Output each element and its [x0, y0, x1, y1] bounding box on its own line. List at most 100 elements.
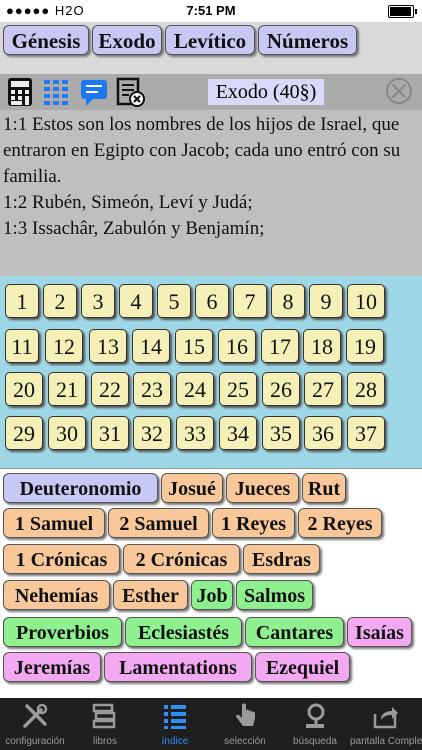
tab-libros[interactable]: libros — [70, 698, 140, 750]
book-deuteronomio[interactable]: Deuteronomio — [3, 473, 158, 503]
chapter-button[interactable]: 2 — [43, 284, 77, 318]
comment-icon[interactable] — [78, 76, 110, 108]
tab-label: pantalla Completa — [350, 736, 422, 747]
chapter-button[interactable]: 27 — [304, 372, 342, 406]
tab-label: configuración — [5, 736, 65, 747]
chapter-button[interactable]: 15 — [175, 329, 213, 363]
book-esther[interactable]: Esther — [113, 580, 188, 610]
close-icon[interactable] — [386, 78, 412, 104]
chapter-button[interactable]: 29 — [5, 416, 43, 450]
book-levitico[interactable]: Levítico — [165, 25, 255, 55]
tab-indice[interactable]: índice — [140, 698, 210, 750]
grid-icon[interactable] — [40, 76, 72, 108]
book-2-reyes[interactable]: 2 Reyes — [298, 508, 382, 538]
chapter-button[interactable]: 21 — [48, 372, 86, 406]
chapter-button[interactable]: 12 — [45, 329, 83, 363]
top-book-bar: Génesis Exodo Levítico Números — [0, 22, 422, 74]
tab-busqueda[interactable]: búsqueda — [280, 698, 350, 750]
book-ezequiel[interactable]: Ezequiel — [255, 652, 350, 682]
chapter-button[interactable]: 33 — [176, 416, 214, 450]
book-josue[interactable]: Josué — [161, 473, 223, 503]
book-index: Deuteronomio Josué Jueces Rut 1 Samuel 2… — [0, 468, 422, 699]
share-icon — [373, 707, 398, 729]
clock: 7:51 PM — [186, 3, 236, 18]
book-1-reyes[interactable]: 1 Reyes — [212, 508, 295, 538]
chapter-button[interactable]: 9 — [309, 284, 343, 318]
tab-bar: configuración libros índice selección bú… — [0, 698, 422, 750]
book-2-cronicas[interactable]: 2 Crónicas — [123, 544, 240, 574]
verse-text: 1:1 Estos son los nombres de los hijos d… — [3, 112, 416, 242]
tab-label: libros — [93, 736, 117, 747]
book-1-samuel[interactable]: 1 Samuel — [3, 508, 105, 538]
book-2-samuel[interactable]: 2 Samuel — [108, 508, 209, 538]
chapter-button[interactable]: 5 — [157, 284, 191, 318]
calculator-icon[interactable] — [4, 76, 36, 108]
book-esdras[interactable]: Esdras — [243, 544, 320, 574]
chapter-button[interactable]: 30 — [48, 416, 86, 450]
chapter-button[interactable]: 3 — [81, 284, 115, 318]
book-rut[interactable]: Rut — [302, 473, 346, 503]
chapter-button[interactable]: 18 — [303, 329, 341, 363]
book-lamentations[interactable]: Lamentations — [104, 652, 252, 682]
chapter-button[interactable]: 19 — [346, 329, 384, 363]
tools-icon — [23, 703, 48, 728]
chapter-button[interactable]: 25 — [219, 372, 257, 406]
list-icon — [164, 705, 186, 729]
chapter-button[interactable]: 26 — [262, 372, 300, 406]
chapter-button[interactable]: 11 — [5, 329, 39, 363]
verse: 1:1 Estos son los nombres de los hijos d… — [3, 114, 401, 187]
book-eclesiastes[interactable]: Eclesiastés — [125, 617, 242, 647]
chapter-button[interactable]: 4 — [119, 284, 153, 318]
status-bar: ●●●●● H2O 7:51 PM — [0, 0, 422, 22]
tab-pantalla-completa[interactable]: pantalla Completa — [350, 698, 422, 750]
chapter-button[interactable]: 17 — [261, 329, 299, 363]
books-icon — [92, 703, 116, 729]
book-jeremias[interactable]: Jeremías — [3, 652, 101, 682]
book-1-cronicas[interactable]: 1 Crónicas — [3, 544, 120, 574]
delete-list-icon[interactable] — [114, 76, 146, 108]
book-nehemias[interactable]: Nehemías — [3, 580, 110, 610]
chapter-button[interactable]: 14 — [132, 329, 170, 363]
book-genesis[interactable]: Génesis — [3, 25, 89, 55]
chapter-button[interactable]: 28 — [347, 372, 385, 406]
chapter-button[interactable]: 10 — [347, 284, 385, 318]
chapter-button[interactable]: 22 — [91, 372, 129, 406]
chapter-grid: 1 2 3 4 5 6 7 8 9 10 11 12 13 14 15 16 1… — [0, 276, 422, 468]
chapter-button[interactable]: 24 — [176, 372, 214, 406]
tab-label: búsqueda — [293, 736, 337, 747]
chapter-button[interactable]: 20 — [5, 372, 43, 406]
chapter-button[interactable]: 35 — [262, 416, 300, 450]
book-proverbios[interactable]: Proverbios — [3, 617, 122, 647]
book-numeros[interactable]: Números — [258, 25, 357, 55]
book-exodo[interactable]: Exodo — [92, 25, 162, 55]
tab-seleccion[interactable]: selección — [210, 698, 280, 750]
hand-pointer-icon — [236, 703, 255, 726]
book-cantares[interactable]: Cantares — [245, 617, 344, 647]
search-book-icon — [306, 703, 325, 728]
book-isaias[interactable]: Isaías — [347, 617, 412, 647]
chapter-button[interactable]: 13 — [89, 329, 127, 363]
book-jueces[interactable]: Jueces — [226, 473, 299, 503]
chapter-button[interactable]: 16 — [218, 329, 256, 363]
chapter-title: Exodo (40§) — [208, 79, 324, 105]
verse: 1:3 Issachâr, Zabulón y Benjamín; — [3, 218, 265, 239]
verse: 1:2 Rubén, Simeón, Leví y Judá; — [3, 192, 253, 213]
tab-label: índice — [161, 736, 189, 747]
reader-panel: Exodo (40§) 1:1 Estos son los nombres de… — [0, 74, 422, 276]
chapter-button[interactable]: 36 — [304, 416, 342, 450]
chapter-button[interactable]: 1 — [5, 284, 39, 318]
chapter-button[interactable]: 23 — [133, 372, 171, 406]
book-job[interactable]: Job — [191, 580, 233, 610]
chapter-button[interactable]: 37 — [347, 416, 385, 450]
chapter-button[interactable]: 8 — [271, 284, 305, 318]
reader-toolbar: Exodo (40§) — [0, 74, 422, 110]
chapter-button[interactable]: 31 — [91, 416, 129, 450]
tab-configuracion[interactable]: configuración — [0, 698, 70, 750]
chapter-button[interactable]: 7 — [233, 284, 267, 318]
chapter-button[interactable]: 34 — [219, 416, 257, 450]
chapter-button[interactable]: 32 — [133, 416, 171, 450]
chapter-button[interactable]: 6 — [195, 284, 229, 318]
battery-icon — [388, 5, 417, 18]
tab-label: selección — [224, 736, 266, 747]
book-salmos[interactable]: Salmos — [236, 580, 313, 610]
